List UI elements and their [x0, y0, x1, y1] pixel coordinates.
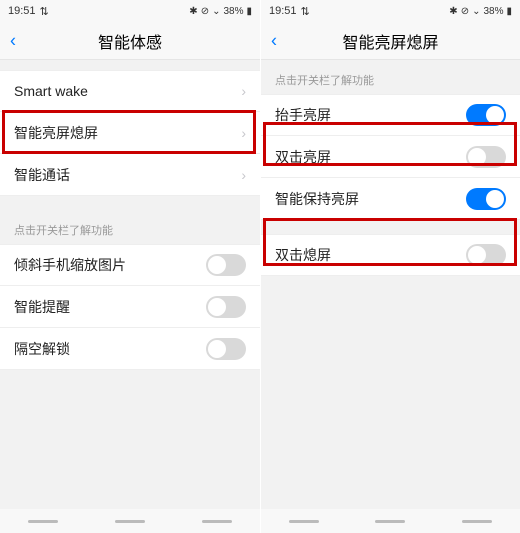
row-smart-call[interactable]: 智能通话 › — [0, 154, 260, 196]
soft-key-home[interactable] — [375, 520, 405, 523]
toggle-smart-remind[interactable] — [206, 296, 246, 318]
net-icon: ⇅ — [301, 5, 310, 18]
phone-left: 19:51 ⇅ ✱ ⊘ ⌄ 38% ▮ ‹ 智能体感 Smart wake › … — [0, 0, 260, 533]
soft-key-home[interactable] — [115, 520, 145, 523]
toggle-air-unlock[interactable] — [206, 338, 246, 360]
row-label: 智能亮屏熄屏 — [14, 123, 98, 143]
battery-pct: 38% — [483, 6, 503, 17]
battery-icon: ▮ — [246, 6, 252, 17]
status-bar: 19:51 ⇅ ✱ ⊘ ⌄ 38% ▮ — [0, 0, 260, 22]
soft-key-menu[interactable] — [28, 520, 58, 523]
nav-header: ‹ 智能体感 — [0, 22, 260, 60]
row-label: Smart wake — [14, 83, 88, 99]
bt-icon: ✱ — [449, 6, 457, 17]
row-label: 倾斜手机缩放图片 — [14, 255, 126, 275]
row-label: 抬手亮屏 — [275, 105, 331, 125]
toggle-tilt-zoom[interactable] — [206, 254, 246, 276]
row-label: 隔空解锁 — [14, 339, 70, 359]
row-smart-remind[interactable]: 智能提醒 — [0, 286, 260, 328]
phone-right: 19:51 ⇅ ✱ ⊘ ⌄ 38% ▮ ‹ 智能亮屏熄屏 点击开关栏了解功能 抬… — [260, 0, 520, 533]
nav-header: ‹ 智能亮屏熄屏 — [261, 22, 520, 60]
toggle-smart-keep-on[interactable] — [466, 188, 506, 210]
status-time: 19:51 — [269, 5, 297, 17]
status-time: 19:51 — [8, 5, 36, 17]
row-smart-wake[interactable]: Smart wake › — [0, 70, 260, 112]
nav-footer — [261, 509, 520, 533]
alarm-icon: ⊘ — [201, 6, 209, 17]
chevron-right-icon: › — [241, 125, 246, 141]
page-title: 智能亮屏熄屏 — [342, 29, 438, 53]
wifi-icon: ⌄ — [472, 6, 480, 17]
row-label: 双击熄屏 — [275, 245, 331, 265]
battery-pct: 38% — [223, 6, 243, 17]
row-label: 智能通话 — [14, 165, 70, 185]
section-hint: 点击开关栏了解功能 — [0, 210, 260, 244]
row-label: 智能保持亮屏 — [275, 189, 359, 209]
wifi-icon: ⌄ — [212, 6, 220, 17]
row-dbl-tap-sleep[interactable]: 双击熄屏 — [261, 234, 520, 276]
back-icon[interactable]: ‹ — [271, 30, 277, 51]
row-label: 智能提醒 — [14, 297, 70, 317]
row-smart-keep-on[interactable]: 智能保持亮屏 — [261, 178, 520, 220]
toggle-dbl-tap-wake[interactable] — [466, 146, 506, 168]
section-hint: 点击开关栏了解功能 — [261, 60, 520, 94]
soft-key-back[interactable] — [462, 520, 492, 523]
net-icon: ⇅ — [40, 5, 49, 18]
status-bar: 19:51 ⇅ ✱ ⊘ ⌄ 38% ▮ — [261, 0, 520, 22]
row-air-unlock[interactable]: 隔空解锁 — [0, 328, 260, 370]
row-dbl-tap-wake[interactable]: 双击亮屏 — [261, 136, 520, 178]
row-raise-wake[interactable]: 抬手亮屏 — [261, 94, 520, 136]
bt-icon: ✱ — [189, 6, 197, 17]
alarm-icon: ⊘ — [461, 6, 469, 17]
nav-footer — [0, 509, 260, 533]
row-tilt-zoom[interactable]: 倾斜手机缩放图片 — [0, 244, 260, 286]
row-label: 双击亮屏 — [275, 147, 331, 167]
row-smart-screen[interactable]: 智能亮屏熄屏 › — [0, 112, 260, 154]
toggle-raise-wake[interactable] — [466, 104, 506, 126]
toggle-dbl-tap-sleep[interactable] — [466, 244, 506, 266]
soft-key-back[interactable] — [202, 520, 232, 523]
chevron-right-icon: › — [241, 83, 246, 99]
chevron-right-icon: › — [241, 167, 246, 183]
battery-icon: ▮ — [506, 6, 512, 17]
page-title: 智能体感 — [98, 29, 162, 53]
back-icon[interactable]: ‹ — [10, 30, 16, 51]
soft-key-menu[interactable] — [289, 520, 319, 523]
